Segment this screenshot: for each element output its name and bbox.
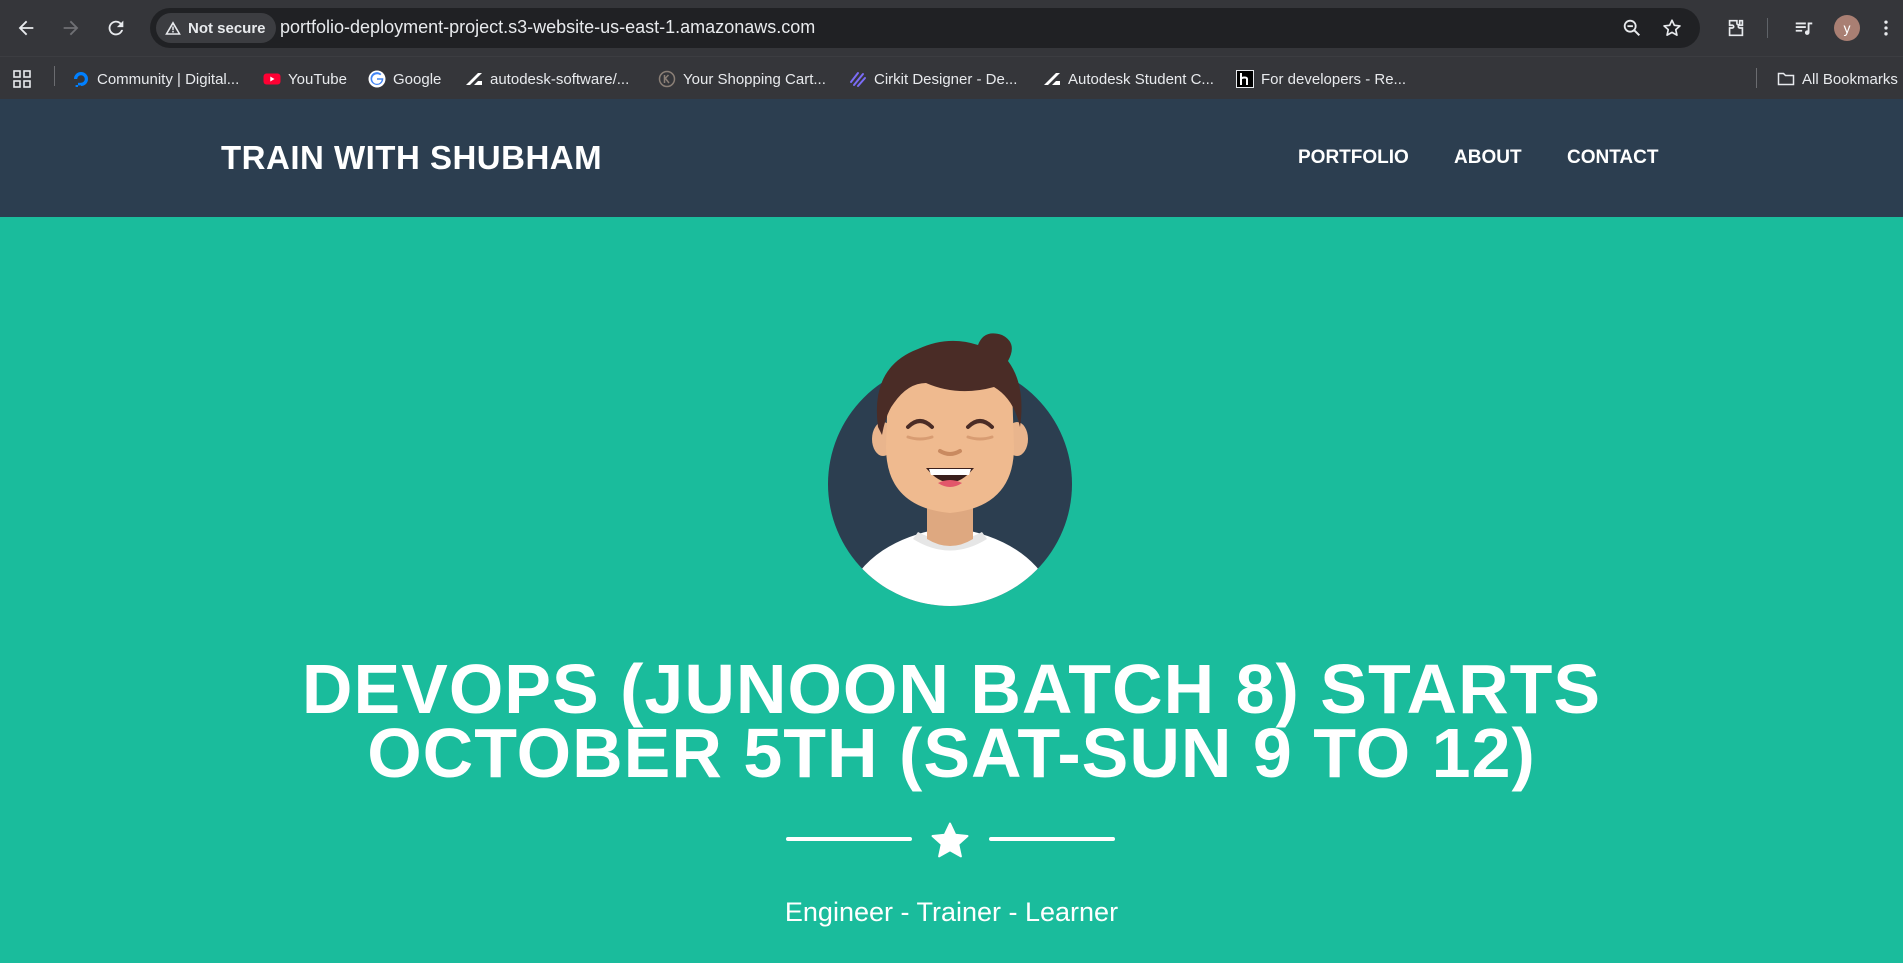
toolbar-separator xyxy=(1767,18,1768,38)
bookmark-star-button[interactable] xyxy=(1660,16,1684,40)
site-brand[interactable]: TRAIN WITH SHUBHAM xyxy=(221,139,602,177)
apps-button[interactable] xyxy=(13,67,31,91)
divider-line-left xyxy=(786,837,912,841)
hero-subtitle: Engineer - Trainer - Learner xyxy=(784,897,1119,927)
browser-chrome: Not secure portfolio-deployment-project.… xyxy=(0,0,1903,99)
hero-section: DEVOPS (JUNOON BATCH 8) STARTS OCTOBER 5… xyxy=(0,217,1903,963)
divider-line-right xyxy=(989,837,1115,841)
autodesk-icon xyxy=(1043,70,1061,88)
nav-link-portfolio[interactable]: PORTFOLIO xyxy=(1298,147,1409,169)
hero-headline: DEVOPS (JUNOON BATCH 8) STARTS OCTOBER 5… xyxy=(150,654,1753,788)
all-bookmarks-button[interactable]: All Bookmarks xyxy=(1777,67,1898,91)
forward-button[interactable] xyxy=(55,12,87,44)
bookmarks-separator xyxy=(1756,68,1757,88)
youtube-icon xyxy=(263,70,281,88)
bookmarks-bar: Community | Digital... YouTube Google au… xyxy=(0,56,1903,99)
puzzle-icon xyxy=(1728,19,1744,37)
url-text: portfolio-deployment-project.s3-website-… xyxy=(280,17,816,37)
zoom-out-icon xyxy=(1623,19,1641,37)
folder-icon xyxy=(1777,70,1795,88)
shopping-cart-site-icon xyxy=(658,70,676,88)
reload-icon xyxy=(108,20,124,36)
bookmark-item[interactable]: autodesk-software/... xyxy=(465,67,629,91)
warning-icon xyxy=(165,21,181,35)
star-icon xyxy=(931,822,969,858)
music-queue-icon xyxy=(1795,22,1813,35)
nav-link-about[interactable]: ABOUT xyxy=(1454,147,1522,169)
media-controls-button[interactable] xyxy=(1790,14,1818,42)
back-button[interactable] xyxy=(10,12,42,44)
bookmark-item[interactable]: Your Shopping Cart... xyxy=(658,67,826,91)
bookmarks-separator xyxy=(54,66,55,86)
google-icon xyxy=(368,70,386,88)
kebab-menu-icon xyxy=(1884,20,1888,36)
bookmark-item[interactable]: Cirkit Designer - De... xyxy=(849,67,1017,91)
cirkit-icon xyxy=(849,70,867,88)
autodesk-icon xyxy=(465,70,483,88)
nav-link-contact[interactable]: CONTACT xyxy=(1567,147,1658,169)
bookmark-item[interactable]: YouTube xyxy=(263,67,347,91)
headline-line-2: OCTOBER 5TH (SAT-SUN 9 TO 12) xyxy=(367,714,1536,792)
reload-button[interactable] xyxy=(100,12,132,44)
profile-avatar[interactable]: y xyxy=(1834,15,1860,41)
address-bar[interactable]: Not secure portfolio-deployment-project.… xyxy=(150,8,1700,48)
arrow-right-icon xyxy=(63,20,79,36)
bookmark-item[interactable]: Community | Digital... xyxy=(72,67,239,91)
h-logo-icon xyxy=(1236,70,1254,88)
bookmark-item[interactable]: Google xyxy=(368,67,441,91)
bookmark-item[interactable]: For developers - Re... xyxy=(1236,67,1406,91)
site-navbar: TRAIN WITH SHUBHAM PORTFOLIO ABOUT CONTA… xyxy=(0,99,1903,217)
arrow-left-icon xyxy=(18,20,34,36)
bookmark-item[interactable]: Autodesk Student C... xyxy=(1043,67,1214,91)
avatar-illustration xyxy=(828,333,1072,606)
apps-grid-icon xyxy=(13,70,31,88)
extensions-button[interactable] xyxy=(1722,14,1750,42)
browser-toolbar: Not secure portfolio-deployment-project.… xyxy=(0,0,1903,56)
security-chip[interactable]: Not secure xyxy=(156,13,276,43)
security-label: Not secure xyxy=(188,19,266,37)
digitalocean-icon xyxy=(72,70,90,88)
zoom-button[interactable] xyxy=(1620,16,1644,40)
star-outline-icon xyxy=(1663,19,1681,36)
browser-menu-button[interactable] xyxy=(1876,14,1896,42)
